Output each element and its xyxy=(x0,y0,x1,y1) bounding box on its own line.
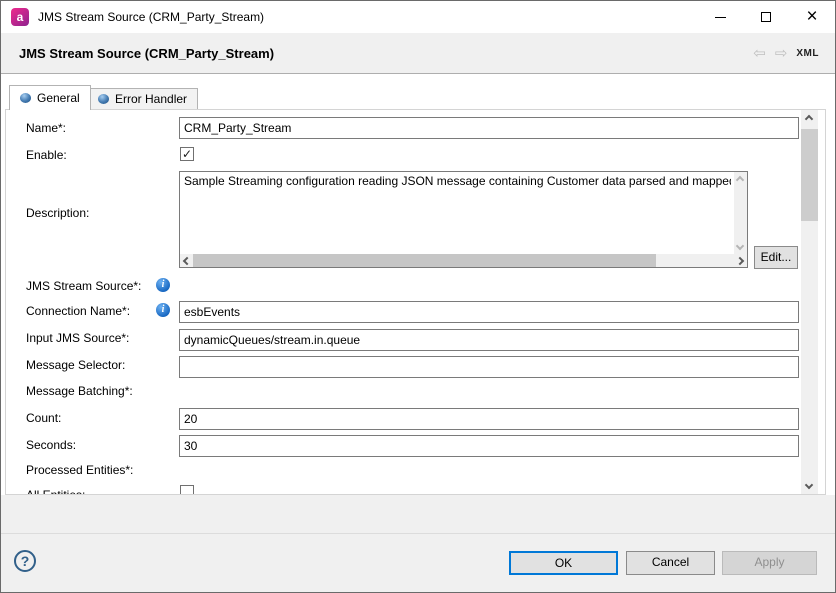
name-label: Name*: xyxy=(26,121,66,136)
message-selector-label: Message Selector: xyxy=(26,358,125,373)
page-title: JMS Stream Source (CRM_Party_Stream) xyxy=(19,46,274,61)
connection-name-input[interactable] xyxy=(179,301,799,323)
description-label: Description: xyxy=(26,206,89,221)
close-icon: × xyxy=(806,7,817,26)
forward-icon[interactable]: ⇨ xyxy=(775,46,788,61)
tab-error-handler-label: Error Handler xyxy=(115,92,187,106)
maximize-button[interactable] xyxy=(743,1,789,33)
name-input[interactable] xyxy=(179,117,799,139)
ok-button[interactable]: OK xyxy=(509,551,618,575)
all-entities-checkbox[interactable] xyxy=(180,485,194,495)
vertical-scrollbar-thumb[interactable] xyxy=(801,129,818,221)
tab-error-handler[interactable]: Error Handler xyxy=(87,88,198,109)
window-controls: × xyxy=(697,1,835,33)
help-button[interactable]: ? xyxy=(14,550,36,572)
scroll-right-icon[interactable] xyxy=(736,257,744,265)
message-selector-input[interactable] xyxy=(179,356,799,378)
seconds-input[interactable] xyxy=(179,435,799,457)
enable-checkbox[interactable]: ✓ xyxy=(180,147,194,161)
jms-stream-source-label: JMS Stream Source*: xyxy=(26,279,141,294)
horizontal-scrollbar-thumb[interactable] xyxy=(193,254,656,267)
back-icon[interactable]: ⇦ xyxy=(753,46,766,61)
edit-description-button[interactable]: Edit... xyxy=(754,246,798,269)
form-vertical-scrollbar[interactable] xyxy=(801,110,818,494)
count-label: Count: xyxy=(26,411,61,426)
app-icon: a xyxy=(11,8,29,26)
all-entities-label: All Entities: xyxy=(26,488,85,495)
header-toolbar: ⇦ ⇨ XML xyxy=(753,46,819,61)
tab-sphere-icon xyxy=(98,94,109,104)
enable-label: Enable: xyxy=(26,148,67,163)
info-icon[interactable]: i xyxy=(156,303,170,317)
message-batching-label: Message Batching*: xyxy=(26,384,133,399)
connection-name-label: Connection Name*: xyxy=(26,304,130,319)
apply-button: Apply xyxy=(722,551,817,575)
scroll-up-icon[interactable] xyxy=(805,115,813,123)
close-button[interactable]: × xyxy=(789,1,835,33)
window-title: JMS Stream Source (CRM_Party_Stream) xyxy=(38,10,264,24)
processed-entities-label: Processed Entities*: xyxy=(26,463,133,478)
info-icon[interactable]: i xyxy=(156,278,170,292)
description-text: Sample Streaming configuration reading J… xyxy=(184,174,731,190)
minimize-icon xyxy=(715,17,726,18)
maximize-icon xyxy=(761,12,771,22)
button-bar: ? OK Cancel Apply xyxy=(1,533,835,592)
input-jms-source-label: Input JMS Source*: xyxy=(26,331,129,346)
minimize-button[interactable] xyxy=(697,1,743,33)
cancel-button[interactable]: Cancel xyxy=(626,551,715,575)
dialog-header: JMS Stream Source (CRM_Party_Stream) ⇦ ⇨… xyxy=(1,33,835,74)
general-tab-pane: Name*: Enable: ✓ Description: Sample Str… xyxy=(5,109,826,495)
seconds-label: Seconds: xyxy=(26,438,76,453)
scroll-down-icon[interactable] xyxy=(805,481,813,489)
input-jms-source-input[interactable] xyxy=(179,329,799,351)
description-horizontal-scrollbar[interactable] xyxy=(180,254,747,267)
scroll-up-icon[interactable] xyxy=(736,176,744,184)
tab-general[interactable]: General xyxy=(9,85,91,110)
scroll-left-icon[interactable] xyxy=(183,257,191,265)
description-textarea[interactable]: Sample Streaming configuration reading J… xyxy=(179,171,748,268)
description-vertical-scrollbar[interactable] xyxy=(734,172,747,254)
dialog-window: a JMS Stream Source (CRM_Party_Stream) ×… xyxy=(0,0,836,593)
tab-sphere-icon xyxy=(20,93,31,103)
xml-view-toggle[interactable]: XML xyxy=(796,48,819,59)
titlebar: a JMS Stream Source (CRM_Party_Stream) × xyxy=(1,1,835,33)
tab-general-label: General xyxy=(37,91,80,105)
scroll-down-icon[interactable] xyxy=(736,242,744,250)
count-input[interactable] xyxy=(179,408,799,430)
